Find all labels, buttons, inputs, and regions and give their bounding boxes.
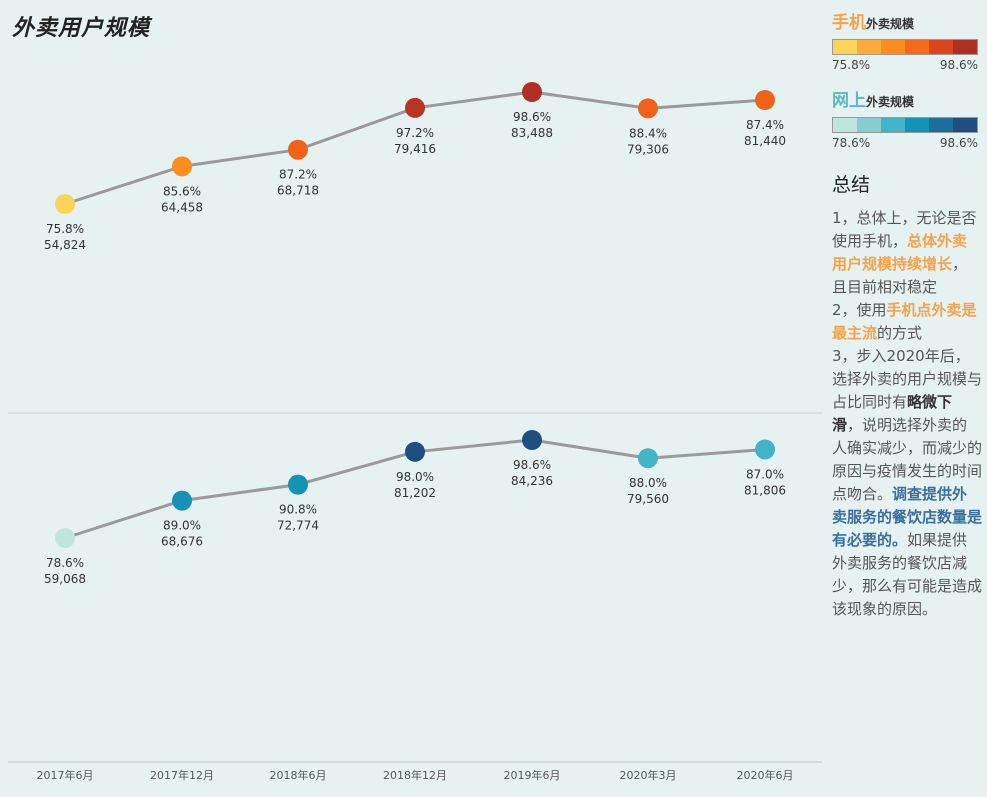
summary-text: 的方式 bbox=[877, 324, 923, 342]
x-tick-label: 2017年12月 bbox=[150, 768, 214, 782]
data-point-mobile[interactable] bbox=[55, 194, 75, 214]
legend-mobile-swatch-3 bbox=[905, 40, 929, 54]
summary-point-2: 2，使用手机点外卖是最主流的方式 bbox=[832, 299, 982, 345]
legend-online-swatch-1 bbox=[857, 118, 881, 132]
summary-title: 总结 bbox=[832, 174, 871, 196]
legend-mobile-swatch-2 bbox=[881, 40, 905, 54]
data-label-value: 64,458 bbox=[161, 200, 203, 214]
data-point-online[interactable] bbox=[522, 430, 542, 450]
data-label-value: 68,676 bbox=[161, 535, 203, 549]
data-label-value: 79,416 bbox=[394, 142, 436, 156]
legend-online-swatch-2 bbox=[881, 118, 905, 132]
data-label-percent: 98.0% bbox=[396, 470, 434, 484]
data-label-percent: 89.0% bbox=[163, 519, 201, 533]
data-label-percent: 88.4% bbox=[629, 126, 667, 140]
legend-mobile-color-scale bbox=[832, 39, 978, 55]
x-tick-label: 2020年6月 bbox=[737, 768, 794, 782]
legend-mobile: 手机 外卖规模 75.8% 98.6% bbox=[832, 8, 982, 72]
data-label-value: 59,068 bbox=[44, 572, 86, 586]
data-point-mobile[interactable] bbox=[172, 156, 192, 177]
legend-mobile-max: 98.6% bbox=[939, 58, 978, 72]
data-point-mobile[interactable] bbox=[755, 90, 775, 111]
legend-online-swatch-4 bbox=[929, 118, 953, 132]
data-label-percent: 98.6% bbox=[513, 458, 551, 472]
x-tick-label: 2017年6月 bbox=[37, 768, 94, 782]
legend-online-max: 98.6% bbox=[939, 136, 978, 150]
data-label-value: 81,202 bbox=[394, 486, 436, 500]
data-point-mobile[interactable] bbox=[405, 97, 425, 118]
data-label-percent: 87.2% bbox=[279, 168, 317, 182]
data-point-online[interactable] bbox=[405, 441, 425, 462]
legend-online: 网上 外卖规模 78.6% 98.6% bbox=[832, 86, 982, 150]
legend-mobile-swatch-4 bbox=[929, 40, 953, 54]
data-point-online[interactable] bbox=[172, 490, 192, 511]
data-label-percent: 88.0% bbox=[629, 476, 667, 490]
sidebar: 手机 外卖规模 75.8% 98.6% 网上 外卖规模 78.6% 98.6% … bbox=[832, 8, 982, 621]
data-label-value: 81,440 bbox=[744, 134, 786, 148]
summary-text: 2，使用 bbox=[832, 301, 887, 319]
data-label-value: 72,774 bbox=[277, 519, 319, 533]
data-label-percent: 75.8% bbox=[46, 222, 84, 236]
chart-marks: 75.8% 54,824 85.6% 64,458 87.2% 68,718 97.2% 79… bbox=[37, 82, 794, 782]
x-tick-label: 2020年3月 bbox=[620, 768, 677, 782]
x-tick-label: 2018年6月 bbox=[270, 768, 327, 782]
data-point-online[interactable] bbox=[288, 474, 308, 495]
legend-online-title: 网上 bbox=[832, 91, 866, 111]
data-label-percent: 78.6% bbox=[46, 556, 84, 570]
data-label-value: 84,236 bbox=[511, 474, 553, 488]
line-charts: 75.8% 54,824 85.6% 64,458 87.2% 68,718 97.2% 79… bbox=[8, 82, 822, 782]
data-label-value: 79,306 bbox=[627, 142, 669, 156]
x-tick-label: 2018年12月 bbox=[383, 768, 447, 782]
legend-mobile-min: 75.8% bbox=[832, 58, 871, 72]
legend-mobile-swatch-1 bbox=[857, 40, 881, 54]
legend-mobile-swatch-0 bbox=[833, 40, 857, 54]
data-point-online[interactable] bbox=[638, 448, 658, 469]
data-point-mobile[interactable] bbox=[522, 82, 542, 102]
legend-online-swatch-0 bbox=[833, 118, 857, 132]
legend-mobile-subtitle: 外卖规模 bbox=[866, 17, 915, 31]
summary-body: 1，总体上，无论是否使用手机，总体外卖用户规模持续增长，且目前相对稳定 2，使用… bbox=[832, 207, 982, 621]
data-label-percent: 85.6% bbox=[163, 184, 201, 198]
summary-point-3: 3，步入2020年后，选择外卖的用户规模与占比同时有略微下滑，说明选择外卖的人确… bbox=[832, 345, 982, 621]
data-point-online[interactable] bbox=[55, 528, 75, 548]
legend-online-color-scale bbox=[832, 117, 978, 133]
legend-online-subtitle: 外卖规模 bbox=[866, 95, 915, 109]
data-label-percent: 90.8% bbox=[279, 503, 317, 517]
data-label-percent: 98.6% bbox=[513, 110, 551, 124]
legend-mobile-swatch-5 bbox=[953, 40, 977, 54]
data-label-value: 54,824 bbox=[44, 238, 86, 252]
data-label-value: 79,560 bbox=[627, 492, 669, 506]
data-label-value: 83,488 bbox=[511, 126, 553, 140]
data-label-percent: 97.2% bbox=[396, 126, 434, 140]
data-label-percent: 87.0% bbox=[746, 467, 784, 481]
data-point-mobile[interactable] bbox=[638, 98, 658, 119]
x-tick-label: 2019年6月 bbox=[504, 768, 561, 782]
legend-online-swatch-3 bbox=[905, 118, 929, 132]
data-label-value: 81,806 bbox=[744, 483, 786, 497]
data-label-percent: 87.4% bbox=[746, 118, 784, 132]
data-label-value: 68,718 bbox=[277, 184, 319, 198]
legend-mobile-title: 手机 bbox=[832, 13, 866, 33]
data-point-online[interactable] bbox=[755, 439, 775, 460]
data-point-mobile[interactable] bbox=[288, 139, 308, 160]
legend-online-swatch-5 bbox=[953, 118, 977, 132]
summary-point-1: 1，总体上，无论是否使用手机，总体外卖用户规模持续增长，且目前相对稳定 bbox=[832, 207, 982, 299]
legend-online-min: 78.6% bbox=[832, 136, 871, 150]
